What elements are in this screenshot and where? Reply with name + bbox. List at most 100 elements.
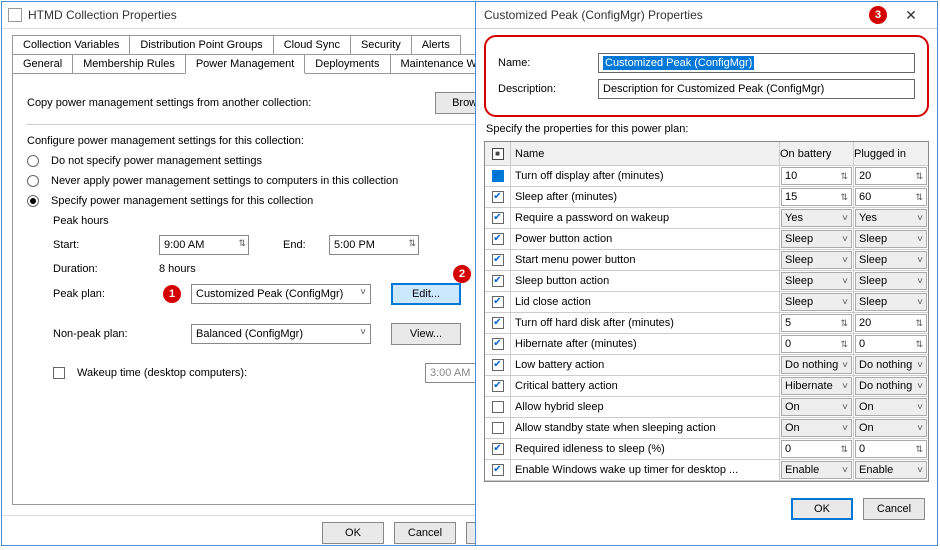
on-battery-cell[interactable]: Sleep [781,230,852,248]
row-checkbox[interactable] [492,254,504,266]
peak-hours-label: Peak hours [53,215,109,227]
on-battery-cell[interactable]: Hibernate [781,377,852,395]
row-name: Critical battery action [511,376,780,396]
row-name: Sleep after (minutes) [511,187,780,207]
plugged-in-cell[interactable]: Sleep [855,251,927,269]
radio-opt2[interactable] [27,175,39,187]
row-checkbox[interactable] [492,170,504,182]
end-spinner[interactable]: 5:00 PM [329,235,419,255]
on-battery-cell[interactable]: Sleep [781,272,852,290]
row-checkbox[interactable] [492,422,504,434]
tab-power-management[interactable]: Power Management [185,54,305,74]
tab-distribution-point-groups[interactable]: Distribution Point Groups [129,35,273,55]
desc-input[interactable]: Description for Customized Peak (ConfigM… [598,79,915,99]
row-checkbox[interactable] [492,212,504,224]
on-battery-cell[interactable]: On [781,419,852,437]
desc-value: Description for Customized Peak (ConfigM… [603,83,824,95]
plugged-in-cell[interactable]: Do nothing [855,356,927,374]
on-battery-cell[interactable]: Sleep [781,251,852,269]
table-row[interactable]: Required idleness to sleep (%)00 [485,439,928,460]
table-row[interactable]: Sleep after (minutes)1560 [485,187,928,208]
tab-general[interactable]: General [12,54,73,74]
on-battery-cell[interactable]: Yes [781,209,852,227]
on-battery-cell[interactable]: 15 [781,188,852,206]
cancel-button-right[interactable]: Cancel [863,498,925,520]
plugged-in-cell[interactable]: Sleep [855,230,927,248]
on-battery-cell[interactable]: 0 [781,335,852,353]
table-row[interactable]: Turn off display after (minutes)1020 [485,166,928,187]
plugged-in-cell[interactable]: On [855,398,927,416]
row-checkbox[interactable] [492,359,504,371]
tab-alerts[interactable]: Alerts [411,35,461,55]
on-battery-cell[interactable]: 5 [781,314,852,332]
plugged-in-cell[interactable]: 60 [855,188,927,206]
nonpeak-combo[interactable]: Balanced (ConfigMgr) [191,324,371,344]
end-value: 5:00 PM [334,239,375,251]
close-button[interactable]: ✕ [891,2,931,28]
tab-cloud-sync[interactable]: Cloud Sync [273,35,351,55]
wakeup-checkbox[interactable] [53,367,65,379]
row-checkbox[interactable] [492,380,504,392]
table-row[interactable]: Enable Windows wake up timer for desktop… [485,460,928,481]
edit-button[interactable]: Edit... [391,283,461,305]
table-row[interactable]: Allow standby state when sleeping action… [485,418,928,439]
plugged-in-cell[interactable]: Sleep [855,272,927,290]
col-name[interactable]: Name [511,142,780,165]
table-row[interactable]: Turn off hard disk after (minutes)520 [485,313,928,334]
cancel-button-left[interactable]: Cancel [394,522,456,544]
row-checkbox[interactable] [492,296,504,308]
table-row[interactable]: Allow hybrid sleepOnOn [485,397,928,418]
table-row[interactable]: Low battery actionDo nothingDo nothing [485,355,928,376]
table-row[interactable]: Lid close actionSleepSleep [485,292,928,313]
on-battery-cell[interactable]: Do nothing [781,356,852,374]
table-row[interactable]: Critical battery actionHibernateDo nothi… [485,376,928,397]
power-management-panel: Copy power management settings from anot… [12,73,530,505]
nonpeak-value: Balanced (ConfigMgr) [196,328,303,340]
on-battery-cell[interactable]: Sleep [781,293,852,311]
name-input[interactable]: Customized Peak (ConfigMgr) [598,53,915,73]
tab-security[interactable]: Security [350,35,412,55]
view-button[interactable]: View... [391,323,461,345]
plugged-in-cell[interactable]: 0 [855,335,927,353]
plugged-in-cell[interactable]: 20 [855,167,927,185]
plugged-in-cell[interactable]: Do nothing [855,377,927,395]
on-battery-cell[interactable]: On [781,398,852,416]
table-row[interactable]: Sleep button actionSleepSleep [485,271,928,292]
tab-membership-rules[interactable]: Membership Rules [72,54,186,74]
plugged-in-cell[interactable]: On [855,419,927,437]
row-checkbox[interactable] [492,275,504,287]
table-row[interactable]: Require a password on wakeupYesYes [485,208,928,229]
plugged-in-cell[interactable]: Sleep [855,293,927,311]
plugged-in-cell[interactable]: Yes [855,209,927,227]
row-checkbox[interactable] [492,191,504,203]
peak-plan-combo[interactable]: Customized Peak (ConfigMgr) [191,284,371,304]
table-row[interactable]: Start menu power buttonSleepSleep [485,250,928,271]
select-all-checkbox[interactable] [492,148,504,160]
tab-collection-variables[interactable]: Collection Variables [12,35,130,55]
row-checkbox[interactable] [492,443,504,455]
col-pluggedin[interactable]: Plugged in [854,142,928,165]
row-name: Required idleness to sleep (%) [511,439,780,459]
col-onbattery[interactable]: On battery [780,142,854,165]
on-battery-cell[interactable]: 10 [781,167,852,185]
on-battery-cell[interactable]: 0 [781,440,852,458]
on-battery-cell[interactable]: Enable [781,461,852,479]
plugged-in-cell[interactable]: 0 [855,440,927,458]
table-row[interactable]: Power button actionSleepSleep [485,229,928,250]
row-checkbox[interactable] [492,233,504,245]
ok-button-left[interactable]: OK [322,522,384,544]
titlebar-left: HTMD Collection Properties [2,2,540,29]
tab-deployments[interactable]: Deployments [304,54,390,74]
plugged-in-cell[interactable]: 20 [855,314,927,332]
radio-opt3[interactable] [27,195,39,207]
row-checkbox[interactable] [492,317,504,329]
table-row[interactable]: Hibernate after (minutes)00 [485,334,928,355]
row-checkbox[interactable] [492,338,504,350]
start-spinner[interactable]: 9:00 AM [159,235,249,255]
ok-button-right[interactable]: OK [791,498,853,520]
radio-opt1[interactable] [27,155,39,167]
start-value: 9:00 AM [164,239,204,251]
row-checkbox[interactable] [492,401,504,413]
plugged-in-cell[interactable]: Enable [855,461,927,479]
row-checkbox[interactable] [492,464,504,476]
